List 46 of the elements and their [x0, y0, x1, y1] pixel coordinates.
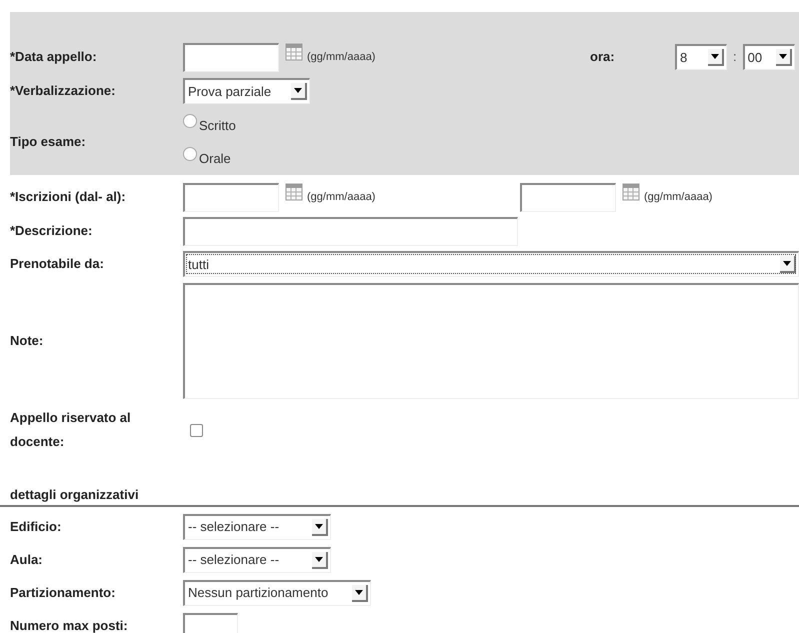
checkbox[interactable]: [190, 424, 203, 436]
input-field[interactable]: [183, 42, 279, 72]
prenotabile-select[interactable]: tutti: [183, 251, 799, 277]
field-label: Note:: [10, 333, 44, 348]
input-field[interactable]: [183, 612, 238, 633]
field-label: *Verbalizzazione:: [10, 83, 116, 98]
date-format-hint: (gg/mm/aaaa): [307, 50, 376, 65]
caret-icon: [352, 584, 368, 602]
field-label: Prenotabile da:: [10, 256, 104, 271]
field-label: Numero max posti:: [10, 618, 128, 632]
field-label: Aula:: [10, 552, 42, 566]
dropdown-select[interactable]: Nessun partizionamento: [183, 580, 371, 606]
date-format-hint: (gg/mm/aaaa): [644, 190, 712, 205]
field-label: *Data appello:: [10, 49, 97, 64]
radio-label: Orale: [199, 150, 231, 168]
calendar-icon[interactable]: [285, 43, 303, 61]
radio-button[interactable]: [183, 114, 197, 128]
minute-select[interactable]: 00: [742, 44, 795, 70]
field-label: Edificio:: [10, 518, 62, 534]
radio-label: Scritto: [199, 116, 236, 135]
field-label: Appello riservato al docente:: [10, 410, 131, 449]
field-label: *Descrizione:: [10, 223, 92, 238]
caret-icon: [312, 518, 328, 536]
time-separator: :: [733, 48, 737, 66]
calendar-icon[interactable]: [622, 183, 640, 201]
caret-icon: [780, 256, 796, 273]
input-field[interactable]: [183, 182, 279, 212]
date-format-hint: (gg/mm/aaaa): [307, 190, 376, 205]
field-label: *Iscrizioni (dal- al):: [10, 189, 126, 204]
caret-icon: [708, 49, 724, 66]
caret-icon: [312, 552, 328, 568]
section-title: dettagli organizzativi: [10, 486, 139, 504]
input-field[interactable]: [183, 216, 518, 246]
caret-icon: [776, 49, 792, 66]
hour-select[interactable]: 8: [675, 44, 727, 70]
dropdown-select[interactable]: -- selezionare --: [183, 514, 331, 540]
field-label: Partizionamento:: [10, 584, 116, 600]
calendar-icon[interactable]: [285, 183, 303, 201]
field-label: ora:: [590, 48, 616, 66]
dropdown-select[interactable]: -- selezionare --: [183, 546, 331, 572]
field-label: Tipo esame:: [10, 134, 86, 149]
input-field[interactable]: [520, 182, 616, 212]
note-textarea[interactable]: [183, 283, 799, 399]
radio-button[interactable]: [183, 146, 197, 160]
verbalizzazione-select[interactable]: Prova parziale: [183, 78, 310, 104]
caret-icon: [291, 83, 307, 100]
